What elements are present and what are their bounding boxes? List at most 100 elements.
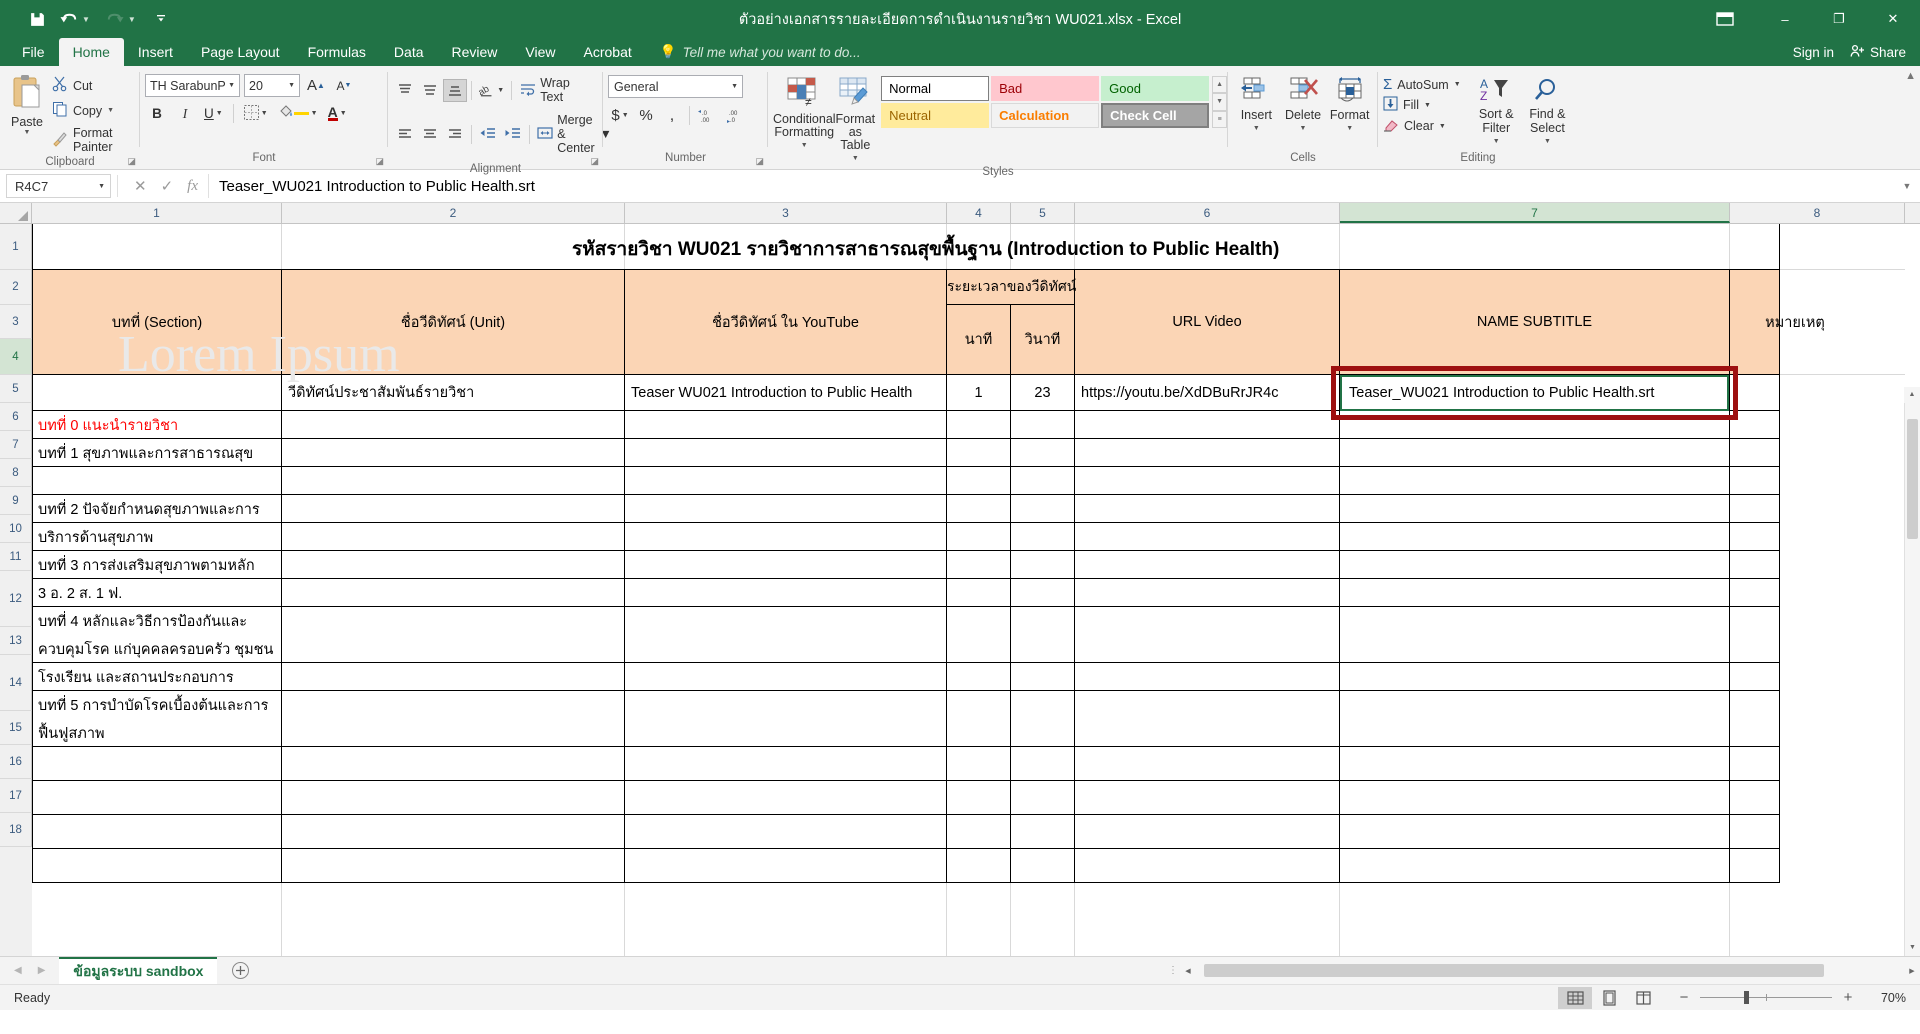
column-header-8[interactable]: 8 [1730, 203, 1905, 223]
underline-button[interactable]: U ▼ [201, 102, 226, 125]
bold-button[interactable]: B [145, 102, 169, 125]
share-button[interactable]: Share [1850, 44, 1906, 61]
clear-button[interactable]: Clear ▼ [1383, 117, 1471, 135]
column-header-6[interactable]: 6 [1075, 203, 1340, 223]
zoom-slider[interactable] [1700, 991, 1832, 1004]
cell-data-unit[interactable]: วีดิทัศน์ประชาสัมพันธ์รายวิชา [288, 376, 618, 409]
horizontal-scroll-left-arrow[interactable]: ◀ [1180, 967, 1196, 975]
cell-data-second[interactable]: 23 [1011, 376, 1074, 409]
font-color-dropdown-icon[interactable]: ▼ [340, 110, 347, 117]
row-header-10[interactable]: 10 [0, 515, 32, 543]
horizontal-scroll-right-arrow[interactable]: ▶ [1904, 967, 1920, 975]
fill-button[interactable]: Fill ▼ [1383, 96, 1471, 114]
format-as-table-button[interactable]: Format as Table ▼ [836, 73, 875, 165]
column-header-5[interactable]: 5 [1011, 203, 1075, 223]
tab-home[interactable]: Home [58, 38, 124, 66]
zoom-level-label[interactable]: 70% [1864, 991, 1906, 1005]
format-cells-dropdown-icon[interactable]: ▼ [1346, 122, 1353, 135]
undo-dropdown-icon[interactable]: ▼ [82, 15, 90, 24]
copy-dropdown-icon[interactable]: ▼ [107, 107, 114, 114]
zoom-in-button[interactable]: + [1840, 989, 1856, 1006]
row-header-15[interactable]: 15 [0, 711, 32, 745]
decrease-decimal-button[interactable]: .00.0 [723, 104, 749, 127]
style-good[interactable]: Good [1101, 76, 1210, 101]
row-header-6[interactable]: 6 [0, 403, 32, 431]
row-header-5[interactable]: 5 [0, 375, 32, 403]
row-header-16[interactable]: 16 [0, 745, 32, 779]
row-header-2[interactable]: 2 [0, 270, 32, 305]
sort-filter-button[interactable]: AZ Sort & Filter ▼ [1471, 73, 1522, 149]
redo-dropdown-icon[interactable]: ▼ [128, 15, 136, 24]
font-name-dropdown-icon[interactable]: ▼ [226, 82, 237, 89]
tab-view[interactable]: View [511, 38, 569, 66]
underline-dropdown-icon[interactable]: ▼ [216, 110, 223, 117]
paste-button[interactable]: Paste ▼ [5, 70, 49, 136]
top-align-button[interactable] [393, 79, 417, 102]
comma-style-button[interactable]: , [660, 104, 684, 127]
cell-data-youtube[interactable]: Teaser WU021 Introduction to Public Heal… [631, 376, 941, 409]
find-select-dropdown-icon[interactable]: ▼ [1544, 135, 1551, 149]
ribbon-display-icon[interactable] [1702, 0, 1748, 38]
fill-color-dropdown-icon[interactable]: ▼ [311, 110, 318, 117]
cell-data-subtitle[interactable]: Teaser_WU021 Introduction to Public Heal… [1349, 376, 1724, 409]
cell-data-url[interactable]: https://youtu.be/XdDBuRrJR4c [1081, 376, 1336, 409]
zoom-slider-thumb[interactable] [1744, 991, 1749, 1004]
font-size-dropdown-icon[interactable]: ▼ [286, 82, 297, 89]
grow-font-button[interactable]: A ▲ [304, 74, 328, 97]
orientation-dropdown-icon[interactable]: ▼ [497, 87, 504, 94]
cell-section-row9[interactable]: บริการด้านสุขภาพ [38, 524, 278, 550]
column-header-7[interactable]: 7 [1340, 203, 1730, 223]
cells-canvas[interactable]: รหัสรายวิชา WU021 รายวิชาการสาธารณสุขพื้… [32, 224, 1905, 956]
horizontal-scroll-thumb[interactable] [1204, 964, 1824, 977]
column-header-2[interactable]: 2 [282, 203, 625, 223]
prev-sheet-icon[interactable]: ◀ [14, 965, 22, 976]
align-left-button[interactable] [393, 123, 417, 146]
number-format-dropdown-icon[interactable]: ▼ [729, 83, 740, 90]
sort-filter-dropdown-icon[interactable]: ▼ [1493, 135, 1500, 149]
collapse-ribbon-icon[interactable]: ▲ [1905, 70, 1916, 82]
redo-icon[interactable] [100, 6, 130, 32]
name-box[interactable]: R4C7 ▼ [6, 174, 111, 198]
cell-header-section[interactable]: บทที่ (Section) [33, 270, 281, 374]
bottom-align-button[interactable] [443, 78, 467, 102]
format-painter-button[interactable]: Format Painter [49, 125, 135, 155]
column-header-1[interactable]: 1 [32, 203, 282, 223]
autosum-button[interactable]: Σ AutoSum ▼ [1383, 76, 1471, 93]
styles-more-icon[interactable]: ≡ [1212, 110, 1228, 128]
cell-header-minute[interactable]: นาที [947, 305, 1010, 374]
zoom-out-button[interactable]: − [1676, 989, 1692, 1006]
row-header-9[interactable]: 9 [0, 487, 32, 515]
row-header-11[interactable]: 11 [0, 543, 32, 571]
cell-header-unit[interactable]: ชื่อวีดิทัศน์ (Unit) [282, 270, 624, 374]
horizontal-split-handle[interactable]: ⋮ [1166, 957, 1180, 984]
insert-cells-button[interactable]: Insert ▼ [1233, 73, 1280, 135]
cell-styles-scrollbar[interactable]: ▲ ▼ ≡ [1212, 76, 1228, 128]
cell-header-remark[interactable]: หมายเหตุ [1730, 270, 1860, 374]
accounting-dropdown-icon[interactable]: ▼ [622, 112, 629, 119]
customize-icon[interactable] [146, 6, 176, 32]
minimize-button[interactable]: – [1758, 0, 1812, 38]
cell-section-row8[interactable]: บทที่ 2 ปัจจัยกำหนดสุขภาพและการ [38, 496, 278, 522]
tell-me-box[interactable]: 💡 Tell me what you want to do... [646, 38, 861, 66]
maximize-button[interactable]: ❐ [1812, 0, 1866, 38]
cell-data-minute[interactable]: 1 [947, 376, 1010, 409]
format-cells-button[interactable]: Format ▼ [1326, 73, 1373, 135]
font-name-input[interactable]: TH SarabunPSI ▼ [145, 74, 240, 97]
autosum-dropdown-icon[interactable]: ▼ [1454, 81, 1461, 88]
font-size-input[interactable]: 20 ▼ [244, 74, 300, 97]
vertical-scroll-thumb[interactable] [1907, 419, 1918, 539]
insert-cells-dropdown-icon[interactable]: ▼ [1253, 122, 1260, 135]
tab-review[interactable]: Review [438, 38, 512, 66]
clipboard-dialog-launcher[interactable]: ◪ [127, 156, 136, 167]
align-center-button[interactable] [418, 123, 442, 146]
align-right-button[interactable] [443, 123, 467, 146]
sign-in-link[interactable]: Sign in [1793, 45, 1834, 60]
cell-header-subtitle[interactable]: NAME SUBTITLE [1340, 270, 1729, 374]
percent-style-button[interactable]: % [634, 104, 658, 127]
style-calculation[interactable]: Calculation [991, 103, 1100, 128]
row-header-1[interactable]: 1 [0, 224, 32, 270]
delete-cells-dropdown-icon[interactable]: ▼ [1300, 122, 1307, 135]
delete-cells-button[interactable]: Delete ▼ [1280, 73, 1327, 135]
fill-color-button[interactable]: ▼ [275, 102, 321, 125]
italic-button[interactable]: I [173, 102, 197, 125]
